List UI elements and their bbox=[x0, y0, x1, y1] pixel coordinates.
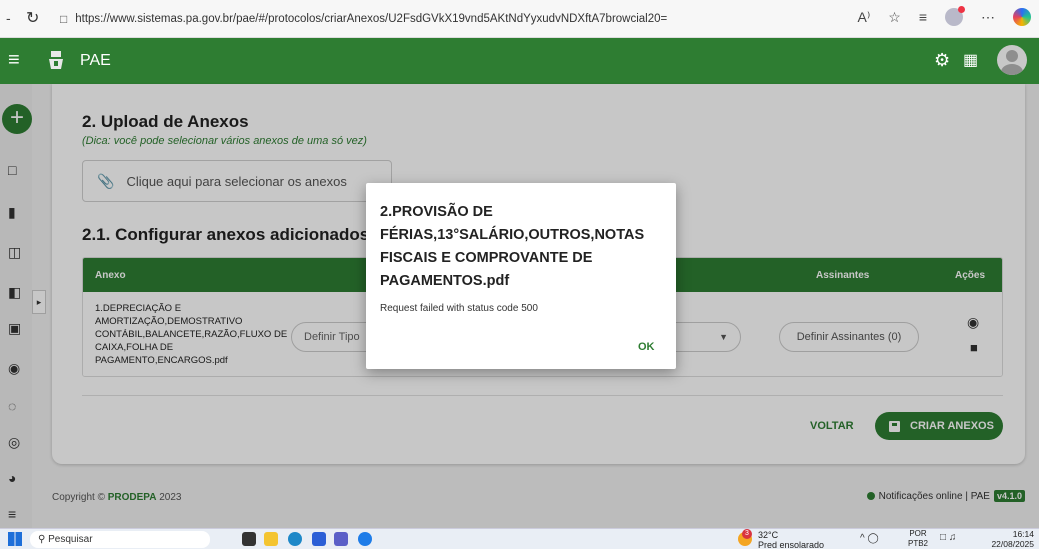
language-top: POR bbox=[909, 529, 927, 538]
taskbar-search-label: Pesquisar bbox=[48, 534, 93, 545]
clock-date: 22/08/2025 bbox=[991, 539, 1034, 549]
language-indicator[interactable]: POR PTB2 bbox=[908, 529, 928, 549]
windows-taskbar: ⚲ Pesquisar 3 32°C Pred ensolarado ^ ◯ P… bbox=[0, 528, 1039, 549]
task-view-icon[interactable] bbox=[242, 532, 256, 546]
app-title: PAE bbox=[80, 52, 111, 69]
ok-button[interactable]: OK bbox=[638, 341, 655, 353]
network-volume-icon[interactable]: □ ♫ bbox=[940, 532, 956, 543]
clock-time: 16:14 bbox=[1012, 529, 1034, 539]
more-options-icon[interactable]: ⋯ bbox=[981, 9, 995, 26]
dialog-message: Request failed with status code 500 bbox=[380, 303, 538, 314]
favorites-icon[interactable]: ≡ bbox=[919, 9, 927, 25]
weather-info[interactable]: 32°C Pred ensolarado bbox=[758, 530, 824, 549]
teams-icon[interactable] bbox=[334, 532, 348, 546]
gear-icon[interactable]: ⚙ bbox=[934, 50, 950, 71]
browser-toolbar: - ↻ □ https://www.sistemas.pa.gov.br/pae… bbox=[0, 0, 1039, 38]
windows-start-icon[interactable] bbox=[8, 532, 22, 546]
hamburger-menu-icon[interactable]: ≡ bbox=[8, 49, 20, 72]
dialog-title: 2.PROVISÃO DE FÉRIAS,13°SALÁRIO,OUTROS,N… bbox=[380, 204, 645, 289]
weather-temp: 32°C bbox=[758, 530, 779, 540]
address-bar[interactable]: □ https://www.sistemas.pa.gov.br/pae/#/p… bbox=[50, 6, 670, 32]
clock[interactable]: 16:14 22/08/2025 bbox=[990, 529, 1034, 549]
weather-desc: Pred ensolarado bbox=[758, 540, 825, 549]
error-dialog: 2.PROVISÃO DE FÉRIAS,13°SALÁRIO,OUTROS,N… bbox=[366, 183, 676, 369]
taskbar-search[interactable]: ⚲ Pesquisar bbox=[30, 531, 210, 548]
back-icon[interactable]: - bbox=[6, 10, 11, 26]
reload-icon[interactable]: ↻ bbox=[26, 8, 39, 28]
edge-icon[interactable] bbox=[288, 532, 302, 546]
logo-icon bbox=[49, 51, 63, 69]
language-bottom: PTB2 bbox=[908, 539, 929, 548]
outlook-icon[interactable] bbox=[358, 532, 372, 546]
apps-grid-icon[interactable]: ▦ bbox=[963, 50, 978, 70]
search-icon: ⚲ bbox=[38, 534, 46, 545]
profile-avatar[interactable] bbox=[945, 6, 965, 26]
url-text: https://www.sistemas.pa.gov.br/pae/#/pro… bbox=[75, 13, 668, 25]
favorite-star-icon[interactable]: ☆ bbox=[888, 9, 901, 26]
user-avatar[interactable] bbox=[997, 45, 1027, 75]
file-explorer-icon[interactable] bbox=[264, 532, 278, 546]
app-header: ≡ PAE ⚙ ▦ bbox=[0, 38, 1039, 84]
weather-badge: 3 bbox=[742, 529, 752, 539]
read-aloud-icon[interactable]: A⁾ bbox=[857, 9, 870, 26]
store-icon[interactable] bbox=[312, 532, 326, 546]
browser-actions: A⁾ ☆ ≡ ⋯ bbox=[857, 6, 1031, 26]
copilot-icon[interactable] bbox=[1013, 8, 1031, 26]
lock-icon: □ bbox=[60, 12, 68, 26]
tray-chevron-icon[interactable]: ^ ◯ bbox=[860, 533, 879, 544]
